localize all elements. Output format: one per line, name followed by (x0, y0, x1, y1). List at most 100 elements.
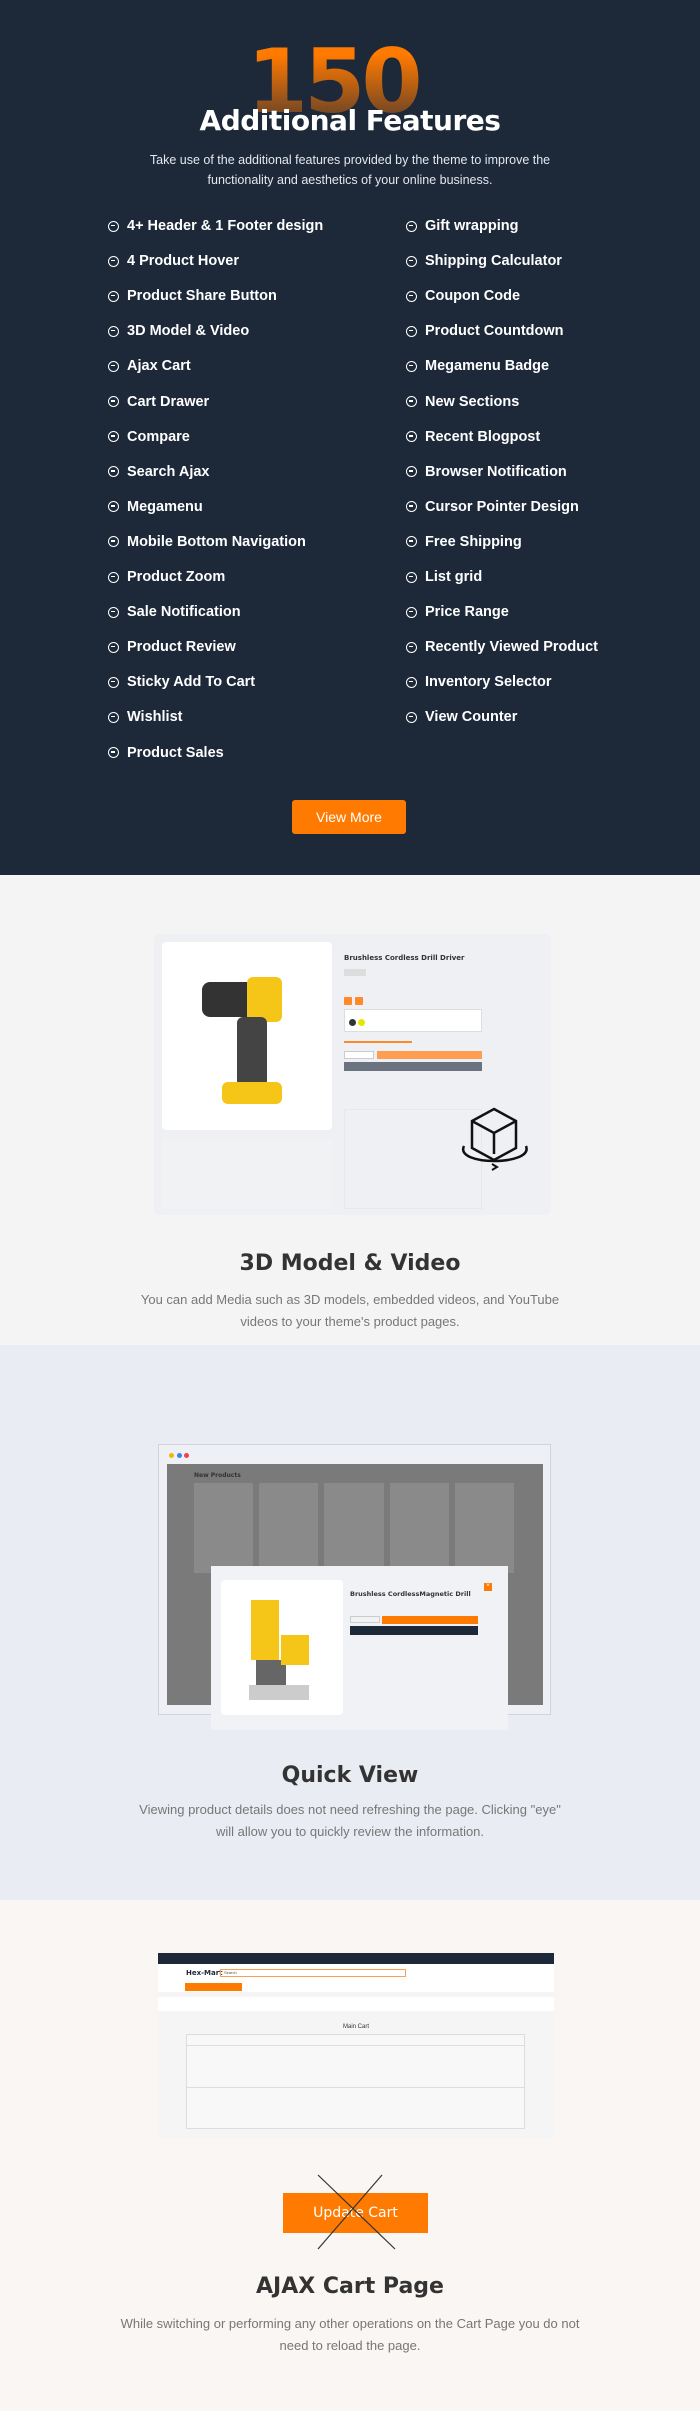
circle-arrow-icon (406, 255, 417, 267)
feature-item: Price Range (406, 604, 509, 620)
feature-label: Product Review (127, 639, 236, 656)
section-description: You can add Media such as 3D models, emb… (140, 1292, 560, 1329)
section-description: While switching or performing any other … (120, 2316, 580, 2353)
circle-arrow-icon (108, 396, 119, 407)
feature-item: Inventory Selector (406, 674, 552, 690)
feature-label: New Sections (425, 393, 520, 410)
circle-arrow-icon (406, 501, 417, 513)
search-input[interactable]: Search (220, 1969, 406, 1977)
section-title: 3D Model & Video (239, 1251, 461, 1276)
feature-label: Wishlist (127, 709, 183, 726)
add-to-cart-button[interactable] (377, 1051, 482, 1059)
ajax-cart-section: Hex-Mart Search Main Cart Update Cart AJ… (0, 1900, 700, 2411)
feature-label: Product Zoom (127, 569, 226, 585)
add-to-cart-button[interactable] (382, 1616, 478, 1624)
feature-label: View Counter (425, 709, 518, 726)
buy-now-button[interactable] (344, 1062, 482, 1071)
feature-label: Megamenu (127, 498, 203, 515)
feature-label: 4+ Header & 1 Footer design (127, 218, 324, 234)
feature-item: Cursor Pointer Design (406, 499, 579, 515)
feature-label: Cart Drawer (127, 393, 210, 410)
circle-arrow-icon (406, 711, 417, 723)
section-description: Viewing product details does not need re… (139, 1802, 561, 1839)
circle-arrow-icon (406, 220, 417, 232)
feature-label: Product Sales (127, 744, 224, 761)
product-grid (194, 1483, 515, 1573)
feature-item: Cart Drawer (108, 394, 209, 410)
close-icon[interactable]: × (484, 1583, 492, 1591)
product-page-preview: Brushless Cordless Drill Driver (154, 934, 551, 1215)
feature-item: Product Countdown (406, 323, 564, 339)
quantity-stepper[interactable] (350, 1616, 380, 1623)
feature-item: Ajax Cart (108, 358, 191, 374)
quick-view-section: New Products Brushless CordlessMagnetic … (0, 1345, 700, 1900)
feature-item: List grid (406, 569, 482, 585)
feature-label: Product Share Button (127, 288, 277, 305)
feature-label: List grid (425, 569, 483, 585)
circle-arrow-icon (406, 536, 417, 548)
feature-label: Recently Viewed Product (425, 639, 598, 656)
circle-arrow-icon (108, 747, 119, 758)
feature-label: Browser Notification (425, 463, 567, 480)
circle-arrow-icon (406, 466, 417, 478)
circle-arrow-icon (108, 290, 119, 302)
product-name: Brushless CordlessMagnetic Drill (350, 1590, 471, 1598)
circle-arrow-icon (406, 431, 417, 443)
feature-item: View Counter (406, 709, 517, 725)
circle-arrow-icon (406, 641, 417, 653)
feature-label: Compare (127, 428, 190, 445)
quantity-stepper[interactable] (344, 1051, 374, 1059)
circle-arrow-icon (108, 360, 119, 372)
view-more-button[interactable]: View More (292, 800, 406, 834)
feature-label: Free Shipping (425, 533, 522, 550)
circle-arrow-icon (406, 676, 417, 688)
feature-item: Browser Notification (406, 464, 567, 480)
share-button[interactable] (355, 997, 363, 1005)
feature-item: 4+ Header & 1 Footer design (108, 218, 323, 234)
feature-label: Product Countdown (425, 323, 564, 340)
cart-heading: Main Cart (342, 2024, 369, 2030)
features-section: 150+ Additional Features Take use of the… (0, 0, 700, 875)
feature-item: Recently Viewed Product (406, 639, 598, 655)
logo: Hex-Mart (186, 1969, 223, 1977)
feature-label: Coupon Code (425, 288, 521, 305)
circle-arrow-icon (108, 220, 119, 232)
feature-label: Gift wrapping (425, 218, 519, 234)
circle-arrow-icon (108, 466, 119, 478)
feature-item: 4 Product Hover (108, 253, 239, 269)
share-button[interactable] (344, 997, 352, 1005)
section-subtitle: Take use of the additional features prov… (149, 153, 551, 187)
feature-label: Inventory Selector (425, 674, 552, 691)
feature-item: Free Shipping (406, 534, 522, 550)
departments-button[interactable] (185, 1983, 242, 1991)
section-title: Quick View (281, 1763, 419, 1788)
feature-item: 3D Model & Video (108, 323, 249, 339)
drill-image (202, 977, 282, 1104)
feature-label: Ajax Cart (127, 358, 191, 375)
feature-label: Sticky Add To Cart (127, 674, 256, 691)
circle-arrow-icon (406, 396, 417, 407)
feature-label: Sale Notification (127, 604, 241, 621)
feature-item: Product Zoom (108, 569, 225, 585)
top-bar (158, 1953, 554, 1964)
product-image (162, 942, 332, 1130)
new-products-heading: New Products (194, 1472, 241, 1479)
circle-arrow-icon (108, 431, 119, 443)
circle-arrow-icon (108, 606, 119, 618)
feature-item: Sale Notification (108, 604, 241, 620)
circle-arrow-icon (406, 325, 417, 337)
feature-label: 4 Product Hover (127, 253, 239, 270)
color-swatches[interactable] (344, 1009, 482, 1032)
buy-now-button[interactable] (350, 1626, 478, 1635)
feature-item: Search Ajax (108, 464, 209, 480)
feature-item: Product Review (108, 639, 236, 655)
feature-item: Megamenu Badge (406, 358, 549, 374)
feature-item: Product Sales (108, 745, 224, 761)
circle-arrow-icon (108, 325, 119, 337)
feature-label: Shipping Calculator (425, 253, 562, 270)
circle-arrow-icon (108, 501, 119, 513)
feature-item: Coupon Code (406, 288, 520, 304)
feature-item: Mobile Bottom Navigation (108, 534, 306, 550)
feature-label: Megamenu Badge (425, 358, 550, 375)
circle-arrow-icon (108, 536, 119, 548)
